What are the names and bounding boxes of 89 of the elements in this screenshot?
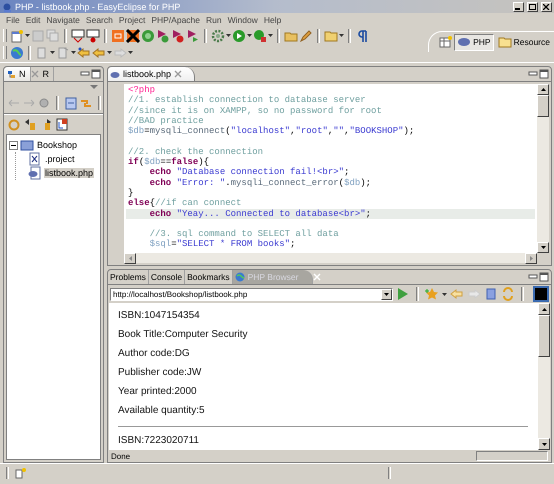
caret-icon[interactable] (71, 51, 76, 54)
maximize-icon[interactable] (539, 272, 549, 282)
navigator-icon (8, 70, 16, 78)
scrollbar-thumb[interactable] (538, 315, 550, 357)
code-line: //since it is on XAMPP, so no password for root (127, 106, 383, 116)
code-line: if($db==false){ (127, 157, 210, 168)
code-line: else{//if can connect (127, 198, 242, 209)
close-icon[interactable] (543, 4, 550, 10)
menu-item[interactable]: File (3, 15, 23, 25)
code-line: $sql="SELECT * FROM books"; (148, 239, 296, 250)
step-script-icon[interactable] (186, 28, 200, 42)
folder-icon (498, 35, 512, 49)
caret-icon[interactable] (128, 51, 133, 54)
globe-icon (234, 272, 245, 282)
dropdown-icon[interactable] (384, 292, 389, 296)
collapse-all-icon[interactable] (65, 96, 77, 110)
code-line: //BAD practice (127, 116, 205, 126)
tree-item[interactable]: .project (44, 154, 76, 164)
menu-item[interactable]: Help (260, 15, 284, 25)
menu-item[interactable]: Project (116, 15, 148, 25)
php-file-icon (28, 166, 42, 180)
view-menu-icon[interactable] (90, 85, 98, 90)
caret-icon[interactable] (25, 34, 30, 37)
code-line: echo "Database connection fail!<br>"; (148, 167, 350, 178)
scroll-down-icon[interactable] (540, 246, 546, 249)
page-text: Publisher code:JW (118, 366, 202, 380)
maximize-icon[interactable] (91, 69, 101, 79)
scroll-down-icon[interactable] (542, 442, 546, 446)
stop-script-icon[interactable] (171, 28, 185, 42)
cross-icon[interactable] (126, 28, 140, 42)
menu-item[interactable]: Search (82, 15, 116, 25)
tab[interactable]: Console (148, 270, 186, 284)
tab[interactable]: N (4, 67, 30, 81)
menu-item[interactable]: Navigate (43, 15, 83, 25)
page-text: Year printed:2000 (118, 385, 198, 399)
url-field[interactable]: http://localhost/Bookshop/listbook.php (111, 288, 381, 300)
project-icon (20, 138, 34, 152)
address-bar[interactable]: http://localhost/Bookshop/listbook.php (110, 288, 393, 300)
app-icon (2, 1, 12, 12)
caret-icon[interactable] (50, 51, 55, 54)
code-line: //2. check the connection (127, 146, 264, 157)
run-icon[interactable] (232, 28, 246, 42)
code-line: $db=mysqli_connect("localhost","root","","BOOKSHOP"); (127, 126, 416, 136)
status-text: Done (111, 452, 132, 460)
code-line: //1. establish connection to database server (127, 95, 367, 106)
pilcrow-icon[interactable] (355, 28, 369, 42)
tab[interactable]: Problems (108, 270, 149, 284)
menu-item[interactable]: Run (203, 15, 225, 25)
perspective-button[interactable]: PHP (454, 34, 494, 50)
fast-view-icon[interactable] (15, 467, 26, 479)
caret-icon[interactable] (226, 34, 231, 37)
page-text: ISBN:1047154354 (118, 309, 201, 323)
caret-icon[interactable] (339, 34, 344, 37)
menu-item[interactable]: Window (224, 15, 261, 25)
page-text: ISBN:7223020711 (118, 434, 200, 448)
page-text: Book Title:Computer Security (118, 328, 248, 342)
maximize-icon[interactable] (529, 4, 536, 10)
code-line: } (127, 188, 134, 198)
scrollbar-thumb[interactable] (537, 95, 549, 117)
window-title: PHP - listbook.php - EasyEclipse for PHP (15, 2, 182, 12)
maximize-icon[interactable] (539, 69, 549, 79)
open-perspective-icon[interactable] (439, 35, 454, 49)
new-file-icon[interactable] (10, 28, 24, 42)
last-edit-icon[interactable] (77, 46, 91, 60)
filter-icon[interactable] (56, 118, 69, 130)
xml-file-icon (28, 152, 42, 166)
tab[interactable]: R (38, 67, 54, 81)
code-line: <?php (127, 85, 156, 96)
run-script-icon[interactable] (156, 28, 170, 42)
caret-icon[interactable] (442, 292, 447, 296)
page-text: Author code:DG (118, 347, 191, 361)
collapse-icon[interactable] (9, 140, 18, 150)
code-line: //3. sql command to SELECT all data (148, 229, 340, 240)
caret-icon[interactable] (107, 51, 112, 54)
tree-item[interactable]: Bookshop (36, 140, 78, 150)
php-icon (457, 35, 472, 49)
perspective-button[interactable]: Resource (494, 34, 553, 50)
globe-icon[interactable] (10, 46, 24, 60)
tree-item[interactable]: listbook.php (44, 168, 94, 178)
caret-icon[interactable] (247, 34, 252, 37)
page-text: Available quantity:5 (118, 404, 206, 418)
scroll-up-icon[interactable] (542, 308, 546, 310)
pencil-icon[interactable] (299, 28, 313, 42)
caret-icon[interactable] (268, 34, 273, 37)
code-line: echo "Error: ".mysqli_connect_error($db); (148, 178, 372, 188)
menu-item[interactable]: Edit (22, 15, 44, 25)
menu-item[interactable]: PHP/Apache (148, 15, 203, 25)
scroll-up-icon[interactable] (540, 88, 546, 91)
editor-tab[interactable]: listbook.php (108, 67, 196, 81)
